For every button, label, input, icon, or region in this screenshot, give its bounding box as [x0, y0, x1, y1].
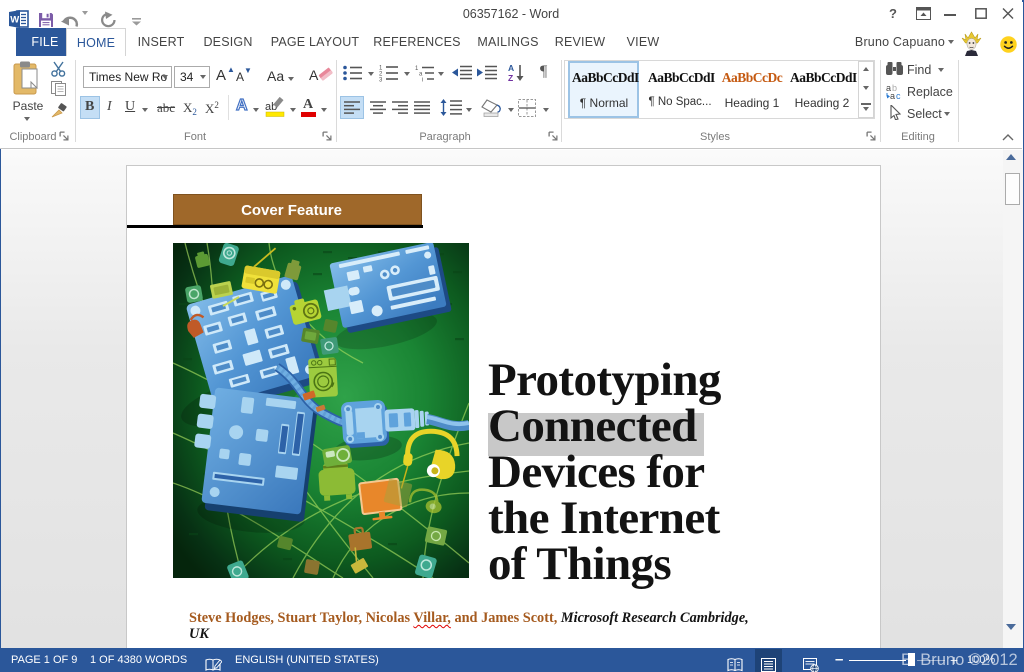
svg-text:c: c [896, 91, 901, 100]
svg-text:Z: Z [508, 73, 513, 82]
svg-text:a: a [890, 91, 895, 100]
svg-text:A: A [508, 63, 514, 73]
svg-text:A: A [309, 67, 319, 83]
svg-text:i: i [422, 78, 423, 83]
svg-text:3: 3 [379, 78, 383, 83]
